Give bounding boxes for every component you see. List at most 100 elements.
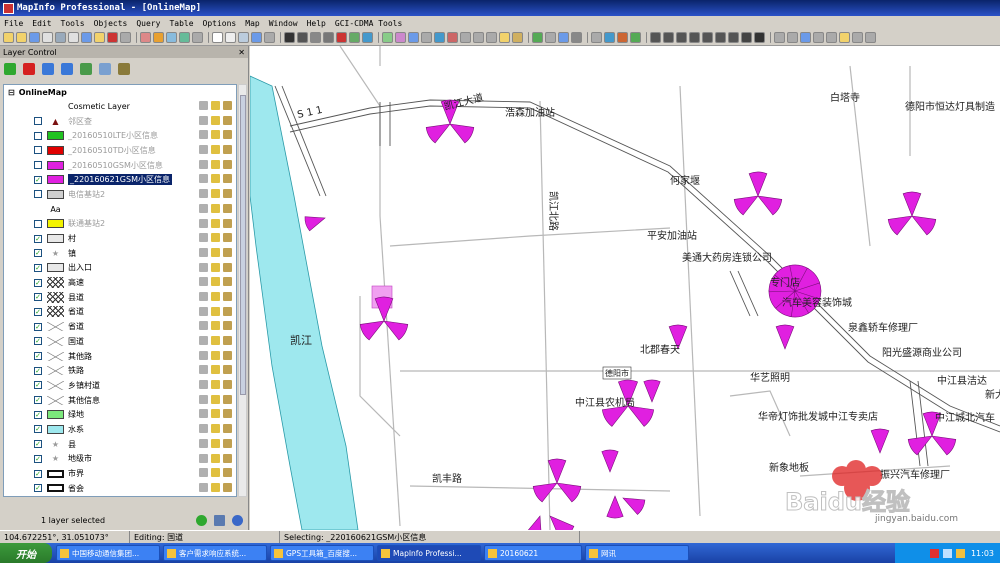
editable-icon[interactable] <box>199 394 208 404</box>
toolbar-tool-icon[interactable] <box>689 32 700 43</box>
selectable-icon[interactable] <box>211 189 220 199</box>
toolbar-tool-icon[interactable] <box>225 32 236 43</box>
selectable-icon[interactable] <box>211 203 220 213</box>
layer-visibility-checkbox[interactable]: ✓ <box>34 352 42 361</box>
selectable-icon[interactable] <box>211 233 220 243</box>
editable-icon[interactable] <box>199 350 208 360</box>
remove-layer-icon[interactable] <box>23 63 35 75</box>
selectable-icon[interactable] <box>211 101 220 110</box>
toolbar-tool-icon[interactable] <box>839 32 850 43</box>
gsm-sector[interactable] <box>556 482 582 503</box>
layer-row[interactable]: Aa <box>4 202 236 217</box>
scrollbar-thumb[interactable] <box>240 95 246 395</box>
layer-list-scrollbar[interactable] <box>238 84 247 497</box>
label-icon[interactable] <box>223 394 232 404</box>
layer-visibility-checkbox[interactable]: ✓ <box>34 440 42 449</box>
selectable-icon[interactable] <box>211 262 220 272</box>
taskbar-button[interactable]: MapInfo Professi... <box>377 545 481 561</box>
toolbar-tool-icon[interactable] <box>617 32 628 43</box>
label-icon[interactable] <box>223 262 232 272</box>
toolbar-tool-icon[interactable] <box>460 32 471 43</box>
menu-item[interactable]: Window <box>269 19 298 28</box>
selectable-icon[interactable] <box>211 336 220 345</box>
gsm-sector[interactable] <box>549 515 575 530</box>
gsm-sector[interactable] <box>374 296 394 322</box>
layer-row[interactable]: ✓ 村 <box>4 231 236 246</box>
editable-icon[interactable] <box>199 482 208 492</box>
toolbar-tool-icon[interactable] <box>42 32 53 43</box>
editable-icon[interactable] <box>199 130 208 140</box>
layer-visibility-checkbox[interactable]: ✓ <box>34 410 42 419</box>
toolbar-tool-icon[interactable] <box>362 32 373 43</box>
layer-visibility-checkbox[interactable]: ✓ <box>34 307 42 316</box>
selectable-icon[interactable] <box>211 159 220 169</box>
gsm-sector[interactable] <box>643 379 661 403</box>
layer-visibility-checkbox[interactable]: ✓ <box>34 454 42 463</box>
gsm-sector[interactable] <box>601 405 629 427</box>
toolbar-tool-icon[interactable] <box>323 32 334 43</box>
selectable-icon[interactable] <box>211 277 220 287</box>
toolbar-tool-icon[interactable] <box>140 32 151 43</box>
layer-label-icon[interactable] <box>118 63 130 75</box>
toolbar-tool-icon[interactable] <box>212 32 223 43</box>
layer-tree-root[interactable]: ⊟ OnlineMap <box>4 85 236 99</box>
gsm-sector[interactable] <box>622 497 646 515</box>
layer-row[interactable]: ✓ 省道 <box>4 305 236 320</box>
label-icon[interactable] <box>223 101 232 110</box>
toolbar-tool-icon[interactable] <box>532 32 543 43</box>
label-icon[interactable] <box>223 233 232 243</box>
taskbar-button[interactable]: GPS工具箱_百度搜... <box>270 545 374 561</box>
gsm-sector[interactable] <box>870 428 890 454</box>
toolbar-tool-icon[interactable] <box>16 32 27 43</box>
toolbar-tool-icon[interactable] <box>754 32 765 43</box>
toolbar-tool-icon[interactable] <box>558 32 569 43</box>
map-window[interactable]: 浩森加油站 白塔寺 德阳市恒达灯具制造 何家堰 凯江北路 平安加油站 美通大药房连锁公司 专门… <box>250 46 1000 530</box>
label-icon[interactable] <box>223 189 232 199</box>
layer-visibility-checkbox[interactable] <box>34 219 42 228</box>
apply-icon[interactable] <box>196 514 207 526</box>
layer-row[interactable]: 联通基站2 <box>4 217 236 232</box>
layer-display-icon[interactable] <box>99 63 111 75</box>
gsm-sector[interactable] <box>887 215 913 236</box>
editable-icon[interactable] <box>199 233 208 243</box>
label-icon[interactable] <box>223 159 232 169</box>
editable-icon[interactable] <box>199 424 208 434</box>
editable-icon[interactable] <box>199 453 208 463</box>
toolbar-tool-icon[interactable] <box>774 32 785 43</box>
map-canvas[interactable]: 浩森加油站 白塔寺德阳市恒达灯具制造何家堰凯江北路平安加油站美通大药房连锁公司专门… <box>250 46 1000 530</box>
gsm-sector[interactable] <box>425 123 451 144</box>
toolbar-tool-icon[interactable] <box>153 32 164 43</box>
toolbar-tool-icon[interactable] <box>571 32 582 43</box>
move-down-icon[interactable] <box>61 63 73 75</box>
editable-icon[interactable] <box>199 218 208 228</box>
layer-visibility-checkbox[interactable] <box>34 146 42 155</box>
help-icon[interactable] <box>232 514 243 526</box>
selectable-icon[interactable] <box>211 365 220 375</box>
editable-icon[interactable] <box>199 380 208 390</box>
toolbar-tool-icon[interactable] <box>787 32 798 43</box>
layer-visibility-checkbox[interactable] <box>34 190 42 199</box>
menu-item[interactable]: Options <box>203 19 237 28</box>
toolbar-tool-icon[interactable] <box>663 32 674 43</box>
gsm-sector[interactable] <box>304 216 326 232</box>
selectable-icon[interactable] <box>211 306 220 316</box>
selectable-icon[interactable] <box>211 350 220 360</box>
layer-row[interactable]: ✓ 乡镇村道 <box>4 378 236 393</box>
toolbar-tool-icon[interactable] <box>336 32 347 43</box>
editable-icon[interactable] <box>199 101 208 110</box>
toolbar-tool-icon[interactable] <box>715 32 726 43</box>
toolbar-tool-icon[interactable] <box>179 32 190 43</box>
menu-item[interactable]: Query <box>136 19 160 28</box>
layer-row[interactable]: ✓ 市界 <box>4 466 236 481</box>
toolbar-tool-icon[interactable] <box>68 32 79 43</box>
label-icon[interactable] <box>223 380 232 390</box>
editable-icon[interactable] <box>199 159 208 169</box>
label-icon[interactable] <box>223 468 232 478</box>
editable-icon[interactable] <box>199 306 208 316</box>
toolbar-tool-icon[interactable] <box>29 32 40 43</box>
toolbar-tool-icon[interactable] <box>591 32 602 43</box>
panel-close-icon[interactable]: ✕ <box>238 48 245 57</box>
label-icon[interactable] <box>223 130 232 140</box>
layer-visibility-checkbox[interactable]: ✓ <box>34 293 42 302</box>
gsm-sector[interactable] <box>449 123 475 144</box>
